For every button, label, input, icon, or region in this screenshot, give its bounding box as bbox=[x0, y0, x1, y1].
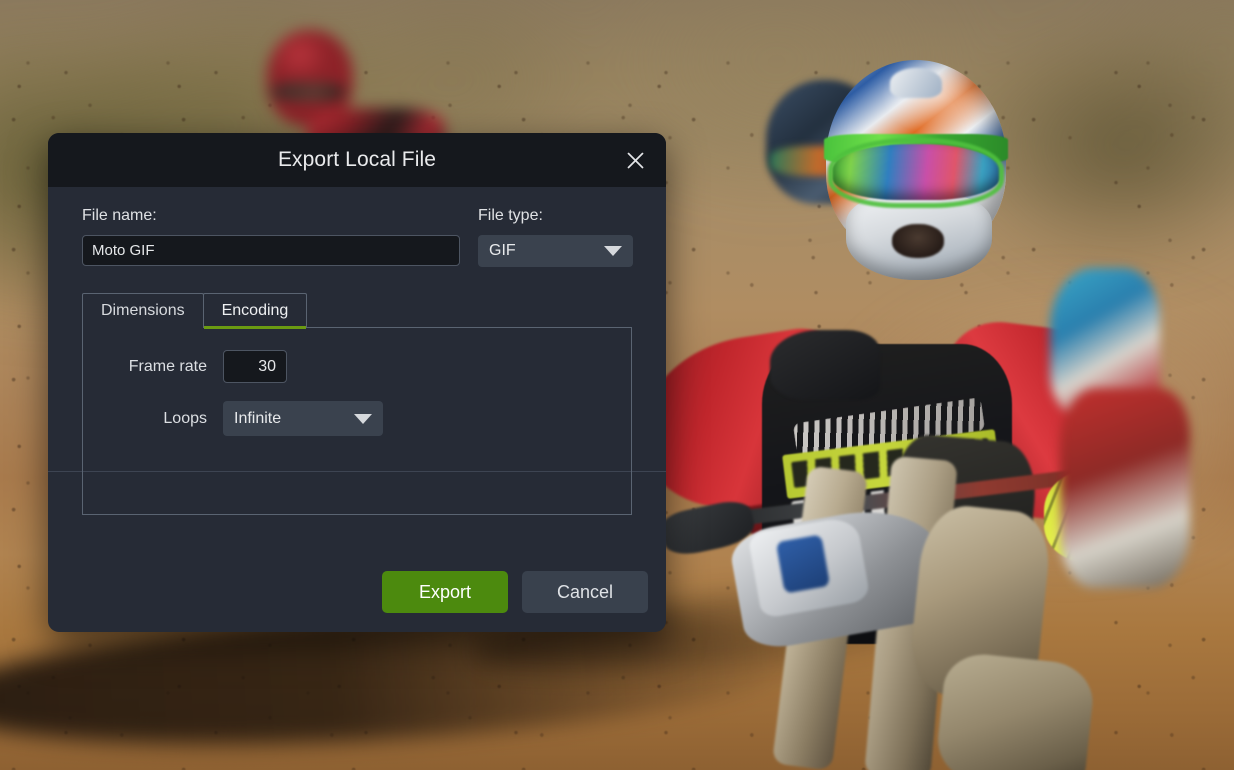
file-type-label: File type: bbox=[478, 207, 543, 224]
cancel-button[interactable]: Cancel bbox=[522, 571, 648, 613]
rider-shoulder bbox=[770, 330, 880, 400]
dialog-titlebar: Export Local File bbox=[48, 133, 666, 187]
encoding-tab-panel: Frame rate Loops Infinite bbox=[82, 327, 632, 515]
tab-dimensions[interactable]: Dimensions bbox=[82, 293, 204, 328]
file-name-input[interactable] bbox=[82, 235, 460, 266]
frame-rate-label: Frame rate bbox=[128, 357, 207, 375]
tab-encoding[interactable]: Encoding bbox=[202, 293, 308, 329]
settings-tabs: Dimensions Encoding Frame rate Loops Inf… bbox=[82, 293, 632, 515]
file-settings-row: File name: File type: GIF bbox=[82, 207, 633, 267]
export-local-file-dialog: Export Local File File name: File type: … bbox=[48, 133, 666, 632]
helmet-vent bbox=[890, 68, 942, 98]
chevron-down-icon bbox=[354, 413, 372, 424]
goggle-frame bbox=[828, 138, 1004, 208]
file-type-select[interactable]: GIF bbox=[478, 235, 633, 267]
loops-row: Loops Infinite bbox=[83, 401, 631, 436]
third-rider-lower bbox=[1060, 388, 1190, 588]
dialog-footer: Export Cancel bbox=[48, 552, 666, 632]
loops-value: Infinite bbox=[234, 409, 282, 427]
number-plate-marking bbox=[775, 534, 831, 594]
foreground-rider bbox=[628, 38, 1200, 770]
export-button[interactable]: Export bbox=[382, 571, 508, 613]
dialog-body: File name: File type: GIF Dimensions Enc… bbox=[48, 187, 666, 552]
file-type-field-group: File type: GIF bbox=[478, 207, 633, 267]
loops-label: Loops bbox=[163, 409, 207, 427]
dialog-title: Export Local File bbox=[277, 148, 437, 171]
background-rider bbox=[255, 30, 455, 170]
helmet-chin-vent bbox=[892, 224, 944, 258]
background-rider-visor bbox=[271, 82, 345, 102]
rider-boot bbox=[933, 650, 1097, 770]
file-name-label: File name: bbox=[82, 207, 157, 224]
close-icon[interactable] bbox=[618, 143, 652, 177]
frame-rate-input[interactable] bbox=[223, 350, 287, 383]
chevron-down-icon bbox=[604, 246, 622, 256]
frame-rate-row: Frame rate bbox=[83, 350, 631, 383]
third-rider bbox=[1050, 268, 1210, 598]
loops-select[interactable]: Infinite bbox=[223, 401, 383, 436]
file-type-value: GIF bbox=[489, 242, 516, 259]
file-name-field-group: File name: bbox=[82, 207, 460, 266]
tab-strip: Dimensions Encoding bbox=[82, 293, 632, 329]
